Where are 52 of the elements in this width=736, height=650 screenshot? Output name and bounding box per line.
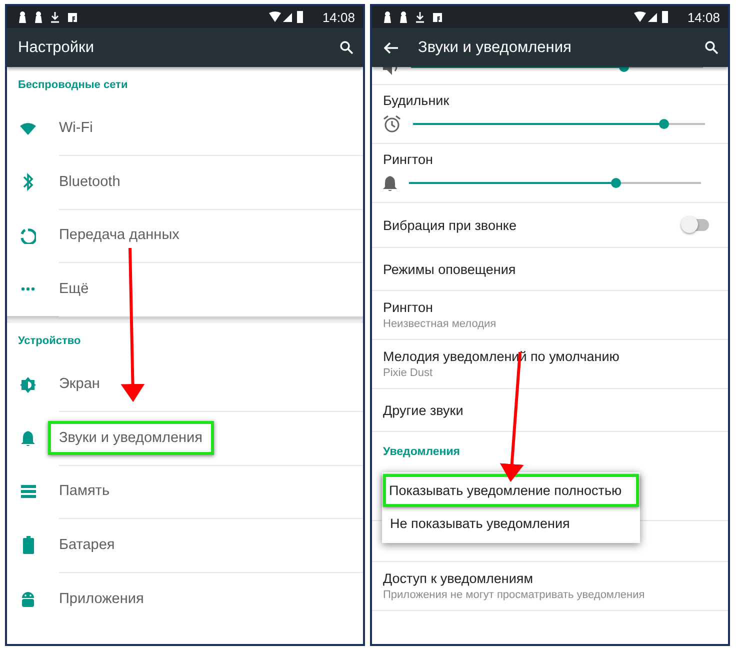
setting-title[interactable]: Режимы оповещения (383, 262, 717, 276)
more-icon (21, 287, 35, 292)
settings-item[interactable]: Ещё (59, 280, 89, 297)
battery-icon (22, 536, 34, 554)
slider-thumb[interactable] (611, 178, 622, 188)
slider-thumb[interactable] (659, 119, 670, 129)
settings-item[interactable]: Звуки и уведомления (48, 420, 214, 455)
settings-item[interactable]: Батарея (59, 536, 115, 553)
app-icon (433, 12, 442, 22)
bell-icon (21, 430, 35, 447)
settings-item[interactable]: Приложения (59, 590, 144, 607)
settings-item[interactable]: Экран (59, 376, 100, 392)
search-icon[interactable] (705, 41, 718, 54)
download-icon (51, 12, 59, 22)
setting-summary: Pixie Dust (383, 367, 434, 379)
menu-option[interactable]: Не показывать уведомления (382, 507, 640, 540)
bluetooth-icon (22, 173, 34, 192)
slider-label: Будильник (383, 93, 450, 108)
circle-arrow-icon (20, 228, 36, 244)
section-header: Уведомления (383, 446, 460, 458)
back-arrow-icon[interactable] (384, 42, 398, 54)
toolbar-title: Звуки и уведомления (418, 38, 572, 56)
setting-summary: Неизвестная мелодия (383, 318, 498, 330)
status-time: 14:08 (322, 10, 355, 24)
search-icon[interactable] (340, 41, 353, 54)
alarm-clock-icon (383, 115, 401, 133)
status-time: 14:08 (687, 10, 720, 24)
android-icon (21, 590, 35, 607)
setting-title[interactable]: Другие звуки (383, 402, 717, 418)
storage-icon (20, 485, 36, 498)
person-icon (384, 11, 391, 23)
person-icon (19, 11, 26, 23)
wifi-icon (19, 122, 37, 136)
settings-item[interactable]: Wi-Fi (59, 120, 93, 136)
setting-title[interactable]: Рингтон (383, 300, 717, 315)
section-header: Беспроводные сети (17, 78, 129, 92)
setting-title[interactable]: Доступ к уведомлениям (383, 571, 717, 586)
settings-item[interactable]: Память (59, 483, 110, 500)
menu-option[interactable]: Показывать уведомление полностью (383, 474, 639, 507)
app-icon (68, 12, 77, 22)
settings-item[interactable]: Bluetooth (59, 174, 120, 190)
setting-label: Вибрация при звонке (383, 218, 516, 232)
person-icon (400, 11, 407, 23)
person-icon (35, 11, 42, 23)
slider-label: Рингтон (383, 152, 434, 167)
download-icon (416, 12, 424, 22)
brightness-icon (20, 376, 36, 393)
settings-item[interactable]: Передача данных (59, 227, 180, 244)
section-header: Устройство (17, 334, 82, 348)
toolbar-title: Настройки (18, 38, 96, 56)
setting-summary: Приложения не могут просматривать уведомления (383, 589, 646, 601)
bell-icon (383, 174, 397, 192)
